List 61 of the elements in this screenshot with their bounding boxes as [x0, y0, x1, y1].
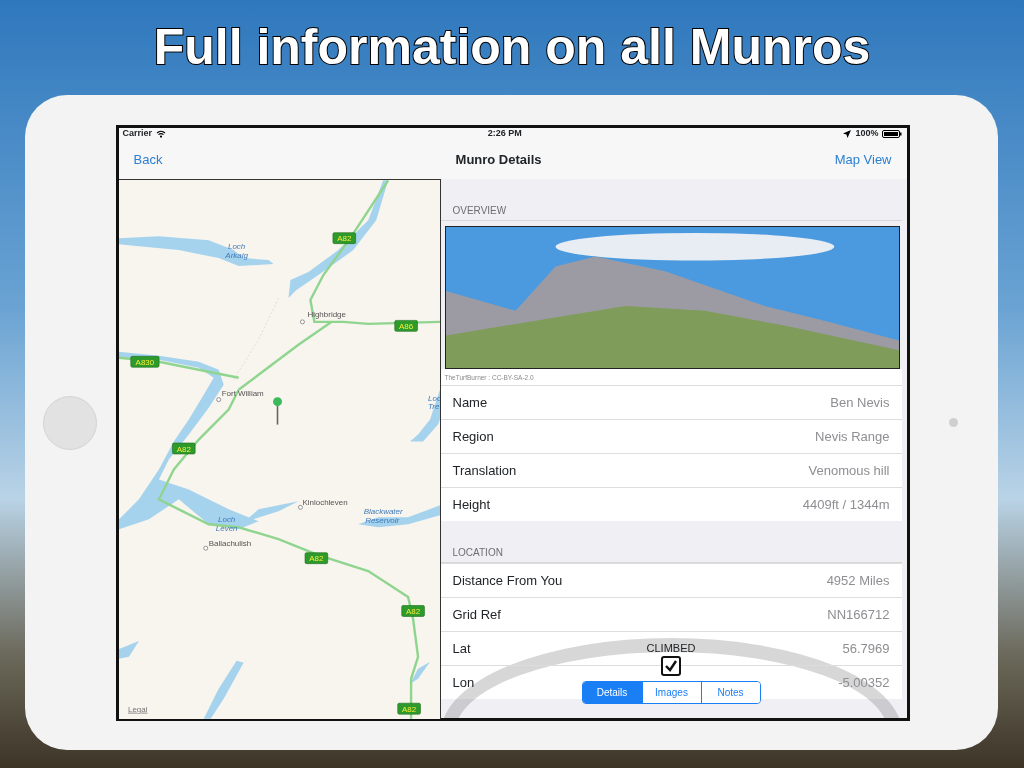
town-dot: [215, 396, 221, 402]
map-view-link[interactable]: Map View: [834, 149, 892, 170]
water-label: Blackwater: [363, 506, 403, 516]
row-label: Translation: [452, 462, 517, 480]
row-label: Height: [452, 496, 491, 514]
road-shield: A82: [396, 702, 421, 714]
back-link[interactable]: Back: [133, 149, 163, 170]
legal-link[interactable]: Legal: [127, 704, 147, 714]
battery-percent: 100%: [855, 127, 879, 141]
road-shield: A82: [400, 604, 425, 617]
segment-tab[interactable]: Notes: [700, 682, 760, 703]
row-label: Lon: [452, 674, 475, 692]
row-value: Nevis Range: [815, 428, 890, 446]
nav-title: Munro Details: [455, 150, 542, 169]
road-shield: A82: [332, 231, 356, 244]
lake-shape: [118, 640, 139, 659]
section-header: LOCATION: [452, 547, 503, 559]
location-arrow-icon: [843, 130, 852, 138]
map-pin-icon[interactable]: [272, 396, 282, 425]
headline: Full information on all Munros: [153, 18, 871, 77]
segment-tab[interactable]: Details: [582, 682, 642, 703]
climbed-checkbox[interactable]: [661, 656, 681, 676]
road-shield: A82: [171, 442, 195, 454]
road-shield: A830: [129, 355, 159, 368]
town-dot: [299, 319, 305, 324]
water-label: Loc: [427, 393, 441, 403]
row-value: Venomous hill: [808, 462, 890, 480]
water-label: Loch: [217, 514, 235, 524]
row-value: 4952 Miles: [826, 572, 890, 590]
place-label: Ballachulish: [208, 538, 251, 548]
road-shield: A86: [393, 319, 418, 332]
row-value: Ben Nevis: [830, 394, 890, 412]
lake-shape: [409, 661, 430, 684]
climbed-label: CLIMBED: [646, 640, 696, 656]
row-label: Grid Ref: [452, 606, 501, 624]
row-label: Region: [452, 428, 494, 446]
camera-dot: [949, 418, 959, 427]
row-label: Lat: [452, 640, 471, 658]
row-value: 4409ft / 1344m: [802, 496, 890, 514]
lake-shape: [203, 660, 244, 719]
row-value: -5.00352: [838, 674, 890, 692]
place-label: Kinlochleven: [301, 497, 348, 507]
water-label: Tre: [427, 401, 439, 411]
segment-tab[interactable]: Images: [641, 682, 701, 703]
section-header: OVERVIEW: [452, 204, 507, 216]
wifi-icon: [156, 130, 167, 138]
battery-icon: [882, 130, 903, 138]
row-label: Distance From You: [452, 572, 563, 590]
town-dot: [202, 545, 208, 551]
status-time: 2:26 PM: [487, 127, 522, 141]
road-shield: A82: [304, 551, 328, 564]
water-label: Reservoir: [364, 515, 399, 525]
row-value: 56.7969: [842, 640, 890, 658]
row-value: NN166712: [827, 606, 890, 624]
place-label: Fort William: [221, 388, 264, 398]
water-label: Loch: [227, 241, 245, 251]
row-label: Name: [452, 394, 488, 412]
lake-shape: [409, 389, 440, 441]
carrier-label: Carrier: [122, 127, 153, 141]
water-label: Leven: [215, 523, 237, 533]
town-dot: [297, 504, 303, 510]
